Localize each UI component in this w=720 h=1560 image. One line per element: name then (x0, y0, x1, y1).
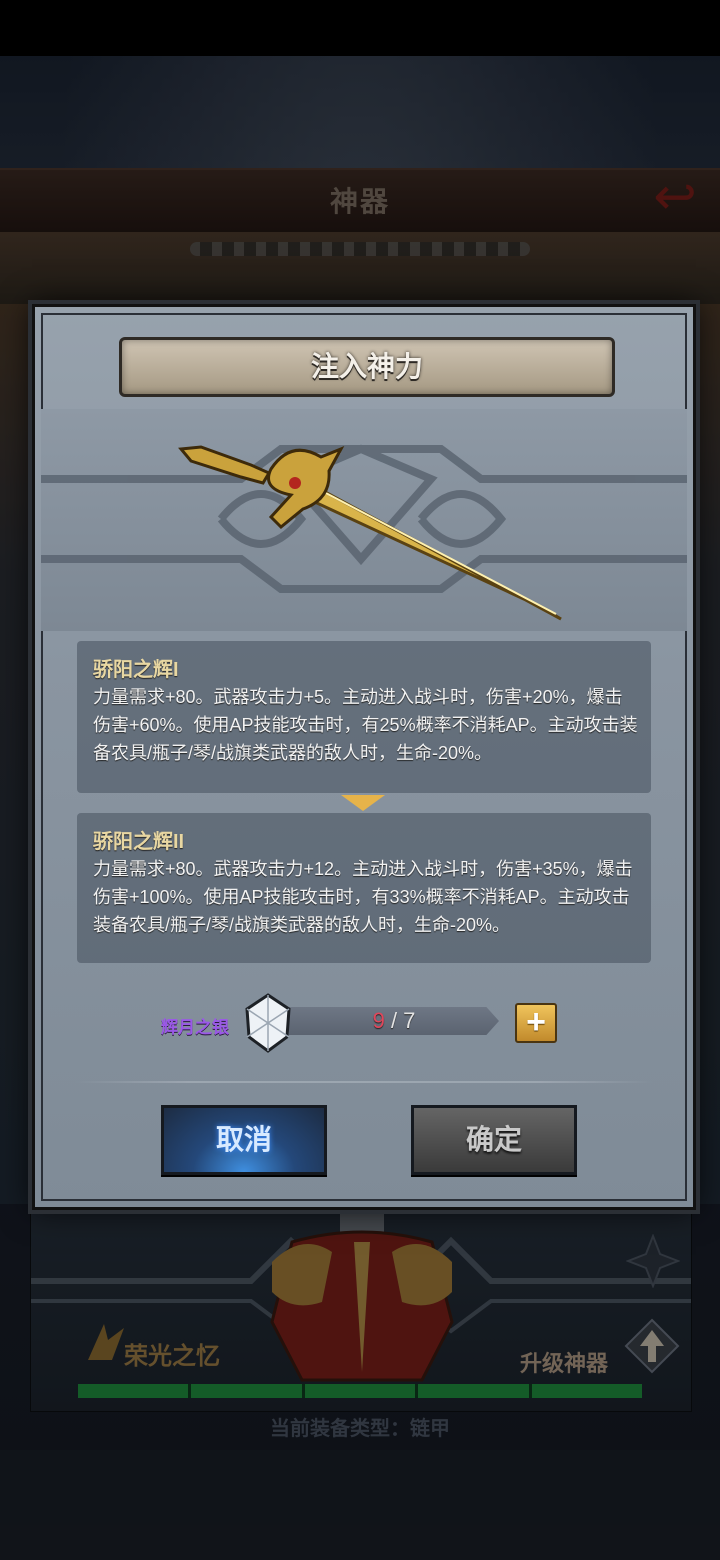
current-effect-name: 骄阳之辉I (93, 659, 179, 681)
material-count: 9 / 7 (289, 1007, 499, 1035)
sword-icon (178, 445, 562, 621)
dialog-banner: 注入神力 (119, 337, 615, 397)
silver-crystal-icon (245, 993, 291, 1053)
current-effect-panel: 骄阳之辉I 力量需求+80。武器攻击力+5。主动进入战斗时，伤害+20%，爆击伤… (77, 641, 651, 793)
inject-power-dialog: 注入神力 骄阳之辉I 力量需求+80。武器攻击力+5。主动进入战斗时，伤害+20… (32, 304, 696, 1210)
add-material-button[interactable]: + (515, 1003, 557, 1043)
current-effect-description: 力量需求+80。武器攻击力+5。主动进入战斗时，伤害+20%，爆击伤害+60%。… (93, 687, 638, 763)
next-effect-name: 骄阳之辉II (93, 831, 185, 853)
confirm-button[interactable]: 确定 (411, 1105, 577, 1175)
material-separator: / (384, 1008, 404, 1033)
next-effect-panel: 骄阳之辉II 力量需求+80。武器攻击力+12。主动进入战斗时，伤害+35%，爆… (77, 813, 651, 963)
weapon-display (41, 409, 687, 631)
next-effect-description: 力量需求+80。武器攻击力+12。主动进入战斗时，伤害+35%，爆击伤害+100… (93, 859, 633, 935)
material-need: 7 (403, 1008, 416, 1033)
material-have: 9 (372, 1008, 385, 1033)
dialog-title: 注入神力 (310, 351, 423, 382)
arrow-down-icon (341, 795, 385, 811)
material-label: 辉月之银 (161, 1018, 229, 1037)
divider (75, 1081, 653, 1083)
cancel-button[interactable]: 取消 (161, 1105, 327, 1175)
